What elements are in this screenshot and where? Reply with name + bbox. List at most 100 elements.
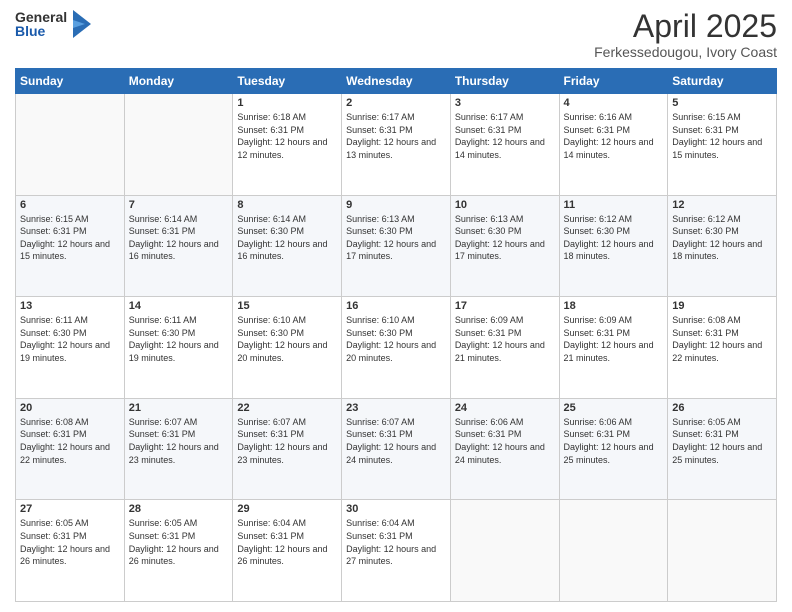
calendar-day-cell: 7 Sunrise: 6:14 AMSunset: 6:31 PMDayligh…: [124, 195, 233, 297]
day-info: Sunrise: 6:06 AMSunset: 6:31 PMDaylight:…: [455, 417, 545, 465]
calendar-day-cell: 28 Sunrise: 6:05 AMSunset: 6:31 PMDaylig…: [124, 500, 233, 602]
day-info: Sunrise: 6:18 AMSunset: 6:31 PMDaylight:…: [237, 112, 327, 160]
calendar-header-row: SundayMondayTuesdayWednesdayThursdayFrid…: [16, 69, 777, 94]
calendar-week-row: 13 Sunrise: 6:11 AMSunset: 6:30 PMDaylig…: [16, 297, 777, 399]
day-number: 10: [455, 199, 555, 211]
day-info: Sunrise: 6:13 AMSunset: 6:30 PMDaylight:…: [346, 214, 436, 262]
day-number: 1: [237, 97, 337, 109]
day-info: Sunrise: 6:08 AMSunset: 6:31 PMDaylight:…: [672, 315, 762, 363]
logo-general: General: [15, 10, 67, 24]
day-number: 15: [237, 300, 337, 312]
calendar-day-cell: 9 Sunrise: 6:13 AMSunset: 6:30 PMDayligh…: [342, 195, 451, 297]
calendar-day-cell: [450, 500, 559, 602]
day-info: Sunrise: 6:14 AMSunset: 6:31 PMDaylight:…: [129, 214, 219, 262]
day-info: Sunrise: 6:07 AMSunset: 6:31 PMDaylight:…: [237, 417, 327, 465]
day-info: Sunrise: 6:05 AMSunset: 6:31 PMDaylight:…: [129, 518, 219, 566]
calendar-day-cell: [559, 500, 668, 602]
day-info: Sunrise: 6:04 AMSunset: 6:31 PMDaylight:…: [346, 518, 436, 566]
calendar-day-cell: 16 Sunrise: 6:10 AMSunset: 6:30 PMDaylig…: [342, 297, 451, 399]
day-number: 12: [672, 199, 772, 211]
calendar-day-cell: 4 Sunrise: 6:16 AMSunset: 6:31 PMDayligh…: [559, 94, 668, 196]
calendar-day-cell: 14 Sunrise: 6:11 AMSunset: 6:30 PMDaylig…: [124, 297, 233, 399]
day-info: Sunrise: 6:08 AMSunset: 6:31 PMDaylight:…: [20, 417, 110, 465]
day-number: 24: [455, 402, 555, 414]
logo-icon: [71, 10, 91, 38]
logo-blue: Blue: [15, 24, 67, 38]
calendar-day-cell: 6 Sunrise: 6:15 AMSunset: 6:31 PMDayligh…: [16, 195, 125, 297]
day-number: 8: [237, 199, 337, 211]
day-info: Sunrise: 6:11 AMSunset: 6:30 PMDaylight:…: [20, 315, 110, 363]
calendar-day-cell: 27 Sunrise: 6:05 AMSunset: 6:31 PMDaylig…: [16, 500, 125, 602]
day-info: Sunrise: 6:12 AMSunset: 6:30 PMDaylight:…: [672, 214, 762, 262]
day-number: 21: [129, 402, 229, 414]
day-number: 7: [129, 199, 229, 211]
calendar-day-cell: 30 Sunrise: 6:04 AMSunset: 6:31 PMDaylig…: [342, 500, 451, 602]
day-of-week-header: Thursday: [450, 69, 559, 94]
calendar-week-row: 1 Sunrise: 6:18 AMSunset: 6:31 PMDayligh…: [16, 94, 777, 196]
calendar-day-cell: 11 Sunrise: 6:12 AMSunset: 6:30 PMDaylig…: [559, 195, 668, 297]
day-info: Sunrise: 6:13 AMSunset: 6:30 PMDaylight:…: [455, 214, 545, 262]
calendar-day-cell: 8 Sunrise: 6:14 AMSunset: 6:30 PMDayligh…: [233, 195, 342, 297]
page: General Blue April 2025 Ferkessedougou, …: [0, 0, 792, 612]
day-info: Sunrise: 6:16 AMSunset: 6:31 PMDaylight:…: [564, 112, 654, 160]
day-info: Sunrise: 6:04 AMSunset: 6:31 PMDaylight:…: [237, 518, 327, 566]
day-info: Sunrise: 6:10 AMSunset: 6:30 PMDaylight:…: [237, 315, 327, 363]
calendar-week-row: 6 Sunrise: 6:15 AMSunset: 6:31 PMDayligh…: [16, 195, 777, 297]
calendar-day-cell: 21 Sunrise: 6:07 AMSunset: 6:31 PMDaylig…: [124, 398, 233, 500]
day-number: 9: [346, 199, 446, 211]
calendar-day-cell: 15 Sunrise: 6:10 AMSunset: 6:30 PMDaylig…: [233, 297, 342, 399]
day-number: 19: [672, 300, 772, 312]
day-info: Sunrise: 6:17 AMSunset: 6:31 PMDaylight:…: [455, 112, 545, 160]
day-of-week-header: Saturday: [668, 69, 777, 94]
day-number: 13: [20, 300, 120, 312]
day-info: Sunrise: 6:09 AMSunset: 6:31 PMDaylight:…: [455, 315, 545, 363]
day-info: Sunrise: 6:07 AMSunset: 6:31 PMDaylight:…: [129, 417, 219, 465]
day-number: 28: [129, 503, 229, 515]
calendar-day-cell: 1 Sunrise: 6:18 AMSunset: 6:31 PMDayligh…: [233, 94, 342, 196]
day-info: Sunrise: 6:09 AMSunset: 6:31 PMDaylight:…: [564, 315, 654, 363]
calendar-day-cell: 10 Sunrise: 6:13 AMSunset: 6:30 PMDaylig…: [450, 195, 559, 297]
header: General Blue April 2025 Ferkessedougou, …: [15, 10, 777, 60]
day-number: 22: [237, 402, 337, 414]
day-number: 18: [564, 300, 664, 312]
calendar-day-cell: 3 Sunrise: 6:17 AMSunset: 6:31 PMDayligh…: [450, 94, 559, 196]
day-number: 5: [672, 97, 772, 109]
day-of-week-header: Wednesday: [342, 69, 451, 94]
calendar-day-cell: 24 Sunrise: 6:06 AMSunset: 6:31 PMDaylig…: [450, 398, 559, 500]
day-info: Sunrise: 6:07 AMSunset: 6:31 PMDaylight:…: [346, 417, 436, 465]
day-number: 25: [564, 402, 664, 414]
day-info: Sunrise: 6:05 AMSunset: 6:31 PMDaylight:…: [672, 417, 762, 465]
calendar-day-cell: [124, 94, 233, 196]
day-number: 16: [346, 300, 446, 312]
calendar-day-cell: [16, 94, 125, 196]
day-of-week-header: Tuesday: [233, 69, 342, 94]
calendar-day-cell: 20 Sunrise: 6:08 AMSunset: 6:31 PMDaylig…: [16, 398, 125, 500]
day-info: Sunrise: 6:12 AMSunset: 6:30 PMDaylight:…: [564, 214, 654, 262]
calendar-day-cell: 19 Sunrise: 6:08 AMSunset: 6:31 PMDaylig…: [668, 297, 777, 399]
day-info: Sunrise: 6:17 AMSunset: 6:31 PMDaylight:…: [346, 112, 436, 160]
day-number: 23: [346, 402, 446, 414]
calendar-day-cell: 23 Sunrise: 6:07 AMSunset: 6:31 PMDaylig…: [342, 398, 451, 500]
calendar-day-cell: 25 Sunrise: 6:06 AMSunset: 6:31 PMDaylig…: [559, 398, 668, 500]
day-info: Sunrise: 6:15 AMSunset: 6:31 PMDaylight:…: [20, 214, 110, 262]
location: Ferkessedougou, Ivory Coast: [594, 44, 777, 60]
calendar-day-cell: 26 Sunrise: 6:05 AMSunset: 6:31 PMDaylig…: [668, 398, 777, 500]
day-number: 14: [129, 300, 229, 312]
logo: General Blue: [15, 10, 91, 38]
header-right: April 2025 Ferkessedougou, Ivory Coast: [594, 10, 777, 60]
calendar-day-cell: 5 Sunrise: 6:15 AMSunset: 6:31 PMDayligh…: [668, 94, 777, 196]
calendar-week-row: 20 Sunrise: 6:08 AMSunset: 6:31 PMDaylig…: [16, 398, 777, 500]
day-number: 17: [455, 300, 555, 312]
day-info: Sunrise: 6:05 AMSunset: 6:31 PMDaylight:…: [20, 518, 110, 566]
day-of-week-header: Friday: [559, 69, 668, 94]
day-info: Sunrise: 6:11 AMSunset: 6:30 PMDaylight:…: [129, 315, 219, 363]
day-of-week-header: Sunday: [16, 69, 125, 94]
day-info: Sunrise: 6:10 AMSunset: 6:30 PMDaylight:…: [346, 315, 436, 363]
calendar-day-cell: [668, 500, 777, 602]
calendar-day-cell: 18 Sunrise: 6:09 AMSunset: 6:31 PMDaylig…: [559, 297, 668, 399]
calendar-day-cell: 2 Sunrise: 6:17 AMSunset: 6:31 PMDayligh…: [342, 94, 451, 196]
calendar-day-cell: 17 Sunrise: 6:09 AMSunset: 6:31 PMDaylig…: [450, 297, 559, 399]
day-number: 4: [564, 97, 664, 109]
day-number: 20: [20, 402, 120, 414]
day-of-week-header: Monday: [124, 69, 233, 94]
